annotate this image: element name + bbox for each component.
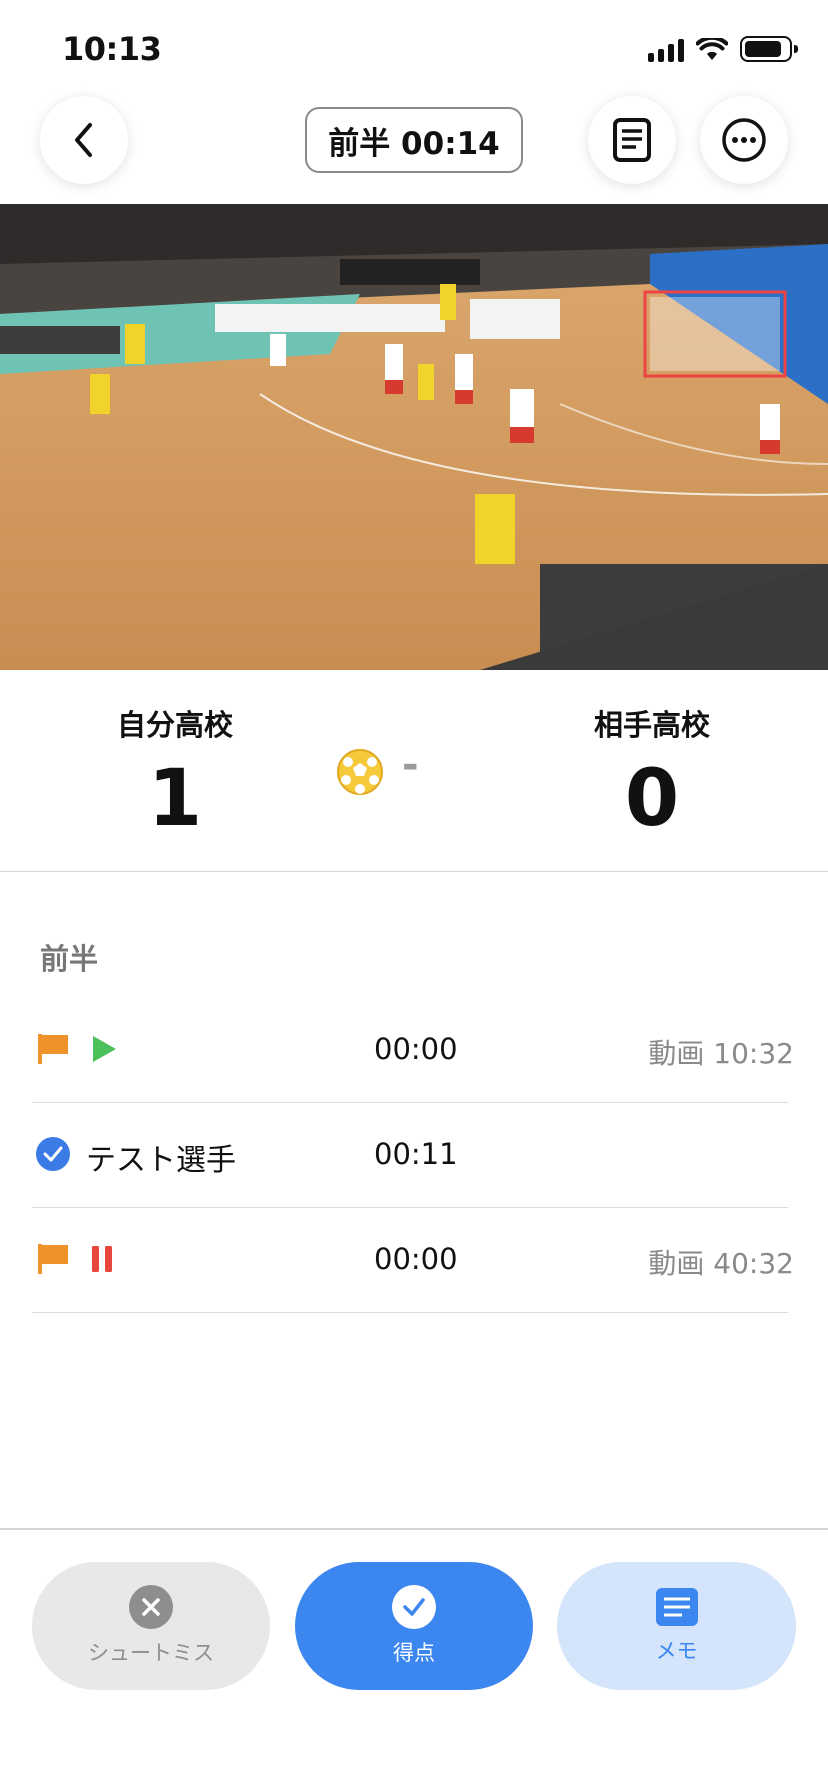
battery-icon: [740, 36, 798, 62]
shot-miss-button[interactable]: シュートミス: [32, 1562, 270, 1690]
event-video-time: 動画 40:32: [648, 1247, 794, 1280]
score-label: 得点: [393, 1641, 435, 1665]
event-player-name: テスト選手: [86, 1143, 236, 1178]
nav-bar: 前半 00:14: [0, 96, 828, 204]
score-button[interactable]: 得点: [295, 1562, 533, 1690]
chevron-left-icon: [75, 123, 92, 157]
home-team-score: 1: [147, 754, 203, 844]
event-row-goal[interactable]: テスト選手 00:11: [32, 1103, 788, 1208]
check-circle-icon: [36, 1137, 70, 1171]
more-horizontal-icon: [722, 118, 766, 162]
shot-miss-label: シュートミス: [88, 1641, 214, 1665]
wifi-icon: [696, 38, 728, 60]
event-time: 00:11: [374, 1137, 458, 1171]
memo-label: メモ: [655, 1639, 698, 1663]
back-button[interactable]: [40, 96, 128, 184]
event-time: 00:00: [374, 1242, 458, 1276]
away-team-score: 0: [624, 754, 680, 844]
status-bar: 10:13: [0, 0, 828, 96]
close-circle-icon: [129, 1585, 173, 1629]
flag-icon: [38, 1034, 68, 1064]
home-team: 自分高校 1: [45, 702, 305, 838]
event-row-start[interactable]: 00:00 動画 10:32: [32, 998, 794, 1103]
cellular-signal-icon: [648, 38, 684, 62]
video-frame: [0, 204, 828, 670]
bottom-divider: [0, 1528, 828, 1530]
check-circle-icon: [392, 1585, 436, 1629]
memo-button[interactable]: メモ: [557, 1562, 796, 1690]
pause-icon: [92, 1246, 112, 1272]
status-time: 10:13: [62, 30, 162, 68]
flag-icon: [38, 1244, 68, 1274]
document-icon: [613, 118, 651, 162]
event-row-pause[interactable]: 00:00 動画 40:32: [32, 1208, 794, 1313]
away-team: 相手高校 0: [522, 702, 782, 838]
document-button[interactable]: [588, 96, 676, 184]
match-video[interactable]: [0, 204, 828, 670]
section-label-first-half: 前半: [40, 942, 99, 976]
handball-icon: [337, 749, 383, 795]
more-options-button[interactable]: [700, 96, 788, 184]
home-team-name: 自分高校: [116, 708, 233, 742]
scoreboard: 自分高校 1 - 相手高校 0: [0, 670, 828, 872]
event-time: 00:00: [374, 1032, 458, 1066]
play-icon: [93, 1036, 116, 1062]
score-separator: -: [402, 742, 419, 788]
memo-icon: [655, 1588, 698, 1626]
away-team-name: 相手高校: [593, 708, 710, 742]
match-timer[interactable]: 前半 00:14: [305, 107, 523, 173]
status-icons: [648, 36, 798, 62]
event-video-time: 動画 10:32: [648, 1037, 794, 1070]
